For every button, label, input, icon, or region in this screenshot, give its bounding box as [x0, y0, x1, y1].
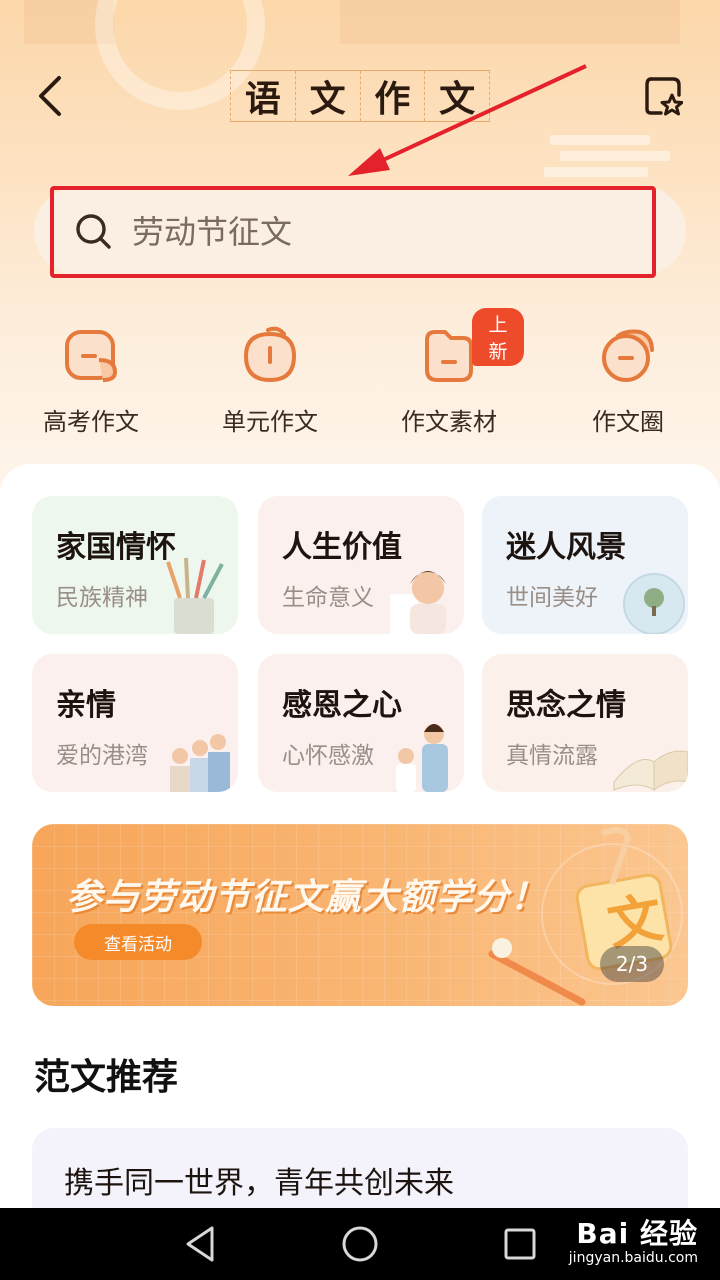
- nav-label: 作文素材: [401, 408, 497, 436]
- nav-label: 作文圈: [592, 408, 664, 436]
- star-bookmark-icon: [645, 77, 683, 116]
- search-icon: [74, 212, 114, 252]
- watermark-url: jingyan.baidu.com: [568, 1250, 698, 1266]
- annotation-arrow: [348, 64, 587, 176]
- search-input[interactable]: [132, 213, 592, 251]
- open-book-image: [613, 750, 688, 791]
- category-scenery[interactable]: 迷人风景 世间美好: [482, 496, 688, 634]
- back-button[interactable]: [30, 72, 70, 120]
- watermark: Bai 经验 jingyan.baidu.com: [569, 1212, 698, 1266]
- nav-essay-circle[interactable]: 作文圈: [553, 320, 703, 440]
- category-life-value[interactable]: 人生价值 生命意义: [258, 496, 464, 634]
- gaokao-icon: [65, 330, 118, 382]
- nav-label: 单元作文: [222, 408, 318, 436]
- promo-banner[interactable]: 参与劳动节征文赢大额学分！ 查看活动 文 2/3: [32, 824, 688, 1006]
- category-title: 亲情: [56, 688, 116, 723]
- title-char: 语: [230, 71, 295, 121]
- category-subtitle: 民族精神: [56, 585, 148, 611]
- recents-square-icon[interactable]: [500, 1224, 540, 1264]
- nav-gaokao-essay[interactable]: 高考作文: [16, 320, 166, 440]
- watermark-logo: Bai 经验: [576, 1217, 698, 1250]
- category-subtitle: 真情流露: [506, 743, 598, 769]
- nav-essay-material[interactable]: 作文素材 上新: [374, 308, 524, 440]
- mosaic-blur: [340, 0, 680, 44]
- article-title: 携手同一世界，青年共创未来: [64, 1166, 454, 1201]
- category-subtitle: 爱的港湾: [56, 743, 148, 769]
- view-activity-button[interactable]: 查看活动: [74, 924, 202, 960]
- back-triangle-icon[interactable]: [182, 1224, 222, 1264]
- family-photo: [170, 734, 230, 792]
- child-photo: [390, 571, 446, 634]
- quick-nav: 高考作文 单元作文 作文素材 上新 作文圈: [0, 308, 720, 440]
- category-family-country[interactable]: 家国情怀 民族精神: [32, 496, 238, 634]
- home-circle-icon[interactable]: [340, 1224, 380, 1264]
- chevron-left-icon: [39, 76, 61, 116]
- nav-unit-essay[interactable]: 单元作文: [195, 320, 345, 440]
- unit-icon: [243, 326, 297, 383]
- category-missing[interactable]: 思念之情 真情流露: [482, 654, 688, 792]
- category-subtitle: 生命意义: [282, 585, 374, 611]
- category-family-love[interactable]: 亲情 爱的港湾: [32, 654, 238, 792]
- mother-child-photo: [396, 724, 448, 792]
- search-bar[interactable]: [50, 186, 656, 278]
- category-subtitle: 世间美好: [506, 585, 598, 611]
- section-title: 范文推荐: [34, 1057, 179, 1098]
- favorites-button[interactable]: [644, 74, 684, 118]
- nav-label: 高考作文: [43, 408, 139, 436]
- crystal-globe-image: [623, 573, 685, 634]
- banner-page-counter: 2/3: [600, 946, 664, 982]
- category-subtitle: 心怀感激: [282, 743, 374, 769]
- circle-icon: [602, 329, 654, 382]
- category-gratitude[interactable]: 感恩之心 心怀感激: [258, 654, 464, 792]
- new-badge: 上新: [472, 308, 524, 366]
- pencil-cup-image: [166, 557, 224, 634]
